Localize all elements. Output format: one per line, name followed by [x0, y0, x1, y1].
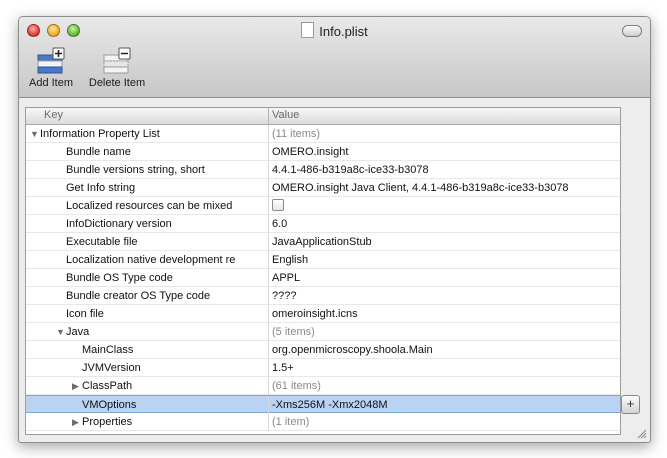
disclosure-closed-icon[interactable]: ▶ — [72, 377, 79, 395]
row-key[interactable]: Bundle versions string, short — [66, 161, 264, 179]
row-key[interactable]: Localization native development re — [66, 251, 264, 269]
cell-divider — [268, 251, 269, 269]
row-value-checkbox[interactable] — [272, 197, 284, 215]
row-key[interactable]: ClassPath — [82, 377, 264, 395]
key-column-header[interactable]: Key — [44, 109, 63, 121]
row-value[interactable]: -Xms256M -Xmx2048M — [272, 396, 388, 414]
row-value[interactable]: (11 items) — [272, 125, 320, 143]
plist-editor-window: Info.plist Add Item Delete Item Key Valu… — [18, 16, 651, 443]
cell-divider — [268, 287, 269, 305]
table-row[interactable]: Localization native development re Englis… — [26, 251, 620, 269]
plist-table: Key Value ▼ Information Property List (11 … — [25, 107, 621, 435]
row-key[interactable]: Properties — [82, 413, 264, 431]
disclosure-open-icon[interactable]: ▼ — [56, 323, 65, 341]
row-value[interactable]: APPL — [272, 269, 300, 287]
row-key[interactable]: Bundle name — [66, 143, 264, 161]
table-rows: ▼ Information Property List (11 items) Bund… — [26, 125, 620, 431]
cell-divider — [268, 215, 269, 233]
delete-item-icon — [103, 47, 131, 74]
row-key[interactable]: Icon file — [66, 305, 264, 323]
table-row[interactable]: Bundle name OMERO.insight — [26, 143, 620, 161]
row-key[interactable]: InfoDictionary version — [66, 215, 264, 233]
row-key[interactable]: Bundle creator OS Type code — [66, 287, 264, 305]
table-row[interactable]: ▶ ClassPath (61 items) — [26, 377, 620, 395]
table-row[interactable]: JVMVersion 1.5+ — [26, 359, 620, 377]
table-row[interactable]: ▶ Properties (1 item) — [26, 413, 620, 431]
row-value[interactable]: ???? — [272, 287, 296, 305]
column-divider[interactable] — [268, 108, 269, 124]
row-value[interactable]: omeroinsight.icns — [272, 305, 358, 323]
row-value[interactable]: org.openmicroscopy.shoola.Main — [272, 341, 433, 359]
row-key[interactable]: Get Info string — [66, 179, 264, 197]
window-title: Info.plist — [319, 24, 368, 39]
row-key[interactable]: VMOptions — [82, 396, 264, 414]
cell-divider — [268, 396, 269, 414]
delete-item-button[interactable]: Delete Item — [85, 47, 149, 89]
table-row[interactable]: Bundle creator OS Type code???? — [26, 287, 620, 305]
cell-divider — [268, 125, 269, 143]
row-key[interactable]: Executable file — [66, 233, 264, 251]
table-row[interactable]: ▼ Java (5 items) — [26, 323, 620, 341]
row-key[interactable]: Java — [66, 323, 264, 341]
cell-divider — [268, 359, 269, 377]
row-value[interactable]: 1.5+ — [272, 359, 294, 377]
table-row[interactable]: Bundle versions string, short 4.4.1-486-b… — [26, 161, 620, 179]
cell-divider — [268, 341, 269, 359]
cell-divider — [268, 323, 269, 341]
cell-divider — [268, 305, 269, 323]
cell-divider — [268, 161, 269, 179]
cell-divider — [268, 179, 269, 197]
table-row[interactable]: Localized resources can be mixed — [26, 197, 620, 215]
cell-divider — [268, 233, 269, 251]
title-bar: Info.plist Add Item Delete Item — [19, 17, 650, 98]
document-icon — [301, 22, 315, 38]
row-key[interactable]: MainClass — [82, 341, 264, 359]
row-value[interactable]: 4.4.1-486-b319a8c-ice33-b3078 — [272, 161, 429, 179]
row-value[interactable]: JavaApplicationStub — [272, 233, 372, 251]
table-row[interactable]: ▼ Information Property List (11 items) — [26, 125, 620, 143]
row-value[interactable]: (5 items) — [272, 323, 315, 341]
row-value[interactable]: English — [272, 251, 308, 269]
cell-divider — [268, 197, 269, 215]
disclosure-closed-icon[interactable]: ▶ — [72, 413, 79, 431]
row-value[interactable]: OMERO.insight Java Client, 4.4.1-486-b31… — [272, 179, 569, 197]
boolean-checkbox[interactable] — [272, 199, 284, 211]
row-value[interactable]: OMERO.insight — [272, 143, 348, 161]
row-value[interactable]: (1 item) — [272, 413, 309, 431]
toolbar-toggle-button[interactable] — [622, 25, 642, 37]
table-row[interactable]: Bundle OS Type code APPL — [26, 269, 620, 287]
value-column-header[interactable]: Value — [272, 109, 299, 121]
table-row[interactable]: VMOptions -Xms256M -Xmx2048M — [26, 395, 620, 414]
table-row[interactable]: InfoDictionary version 6.0 — [26, 215, 620, 233]
row-key[interactable]: Localized resources can be mixed — [66, 197, 264, 215]
table-row[interactable]: Executable file JavaApplicationStub — [26, 233, 620, 251]
cell-divider — [268, 377, 269, 395]
add-row-button[interactable]: + — [621, 395, 640, 414]
table-row[interactable]: Icon file omeroinsight.icns — [26, 305, 620, 323]
add-item-icon — [37, 47, 65, 74]
cell-divider — [268, 413, 269, 431]
resize-grip-icon[interactable] — [637, 429, 647, 439]
cell-divider — [268, 143, 269, 161]
row-value[interactable]: 6.0 — [272, 215, 287, 233]
table-header: Key Value — [26, 108, 620, 125]
table-row[interactable]: Get Info string OMERO.insight Java Client… — [26, 179, 620, 197]
cell-divider — [268, 269, 269, 287]
row-key[interactable]: Information Property List — [40, 125, 264, 143]
table-row[interactable]: MainClass org.openmicroscopy.shoola.Main — [26, 341, 620, 359]
row-value[interactable]: (61 items) — [272, 377, 321, 395]
row-key[interactable]: Bundle OS Type code — [66, 269, 264, 287]
add-item-button[interactable]: Add Item — [25, 47, 77, 89]
disclosure-open-icon[interactable]: ▼ — [30, 125, 39, 143]
delete-item-label: Delete Item — [88, 77, 146, 89]
add-item-label: Add Item — [28, 77, 74, 89]
window-title-area: Info.plist — [19, 22, 650, 40]
row-key[interactable]: JVMVersion — [82, 359, 264, 377]
